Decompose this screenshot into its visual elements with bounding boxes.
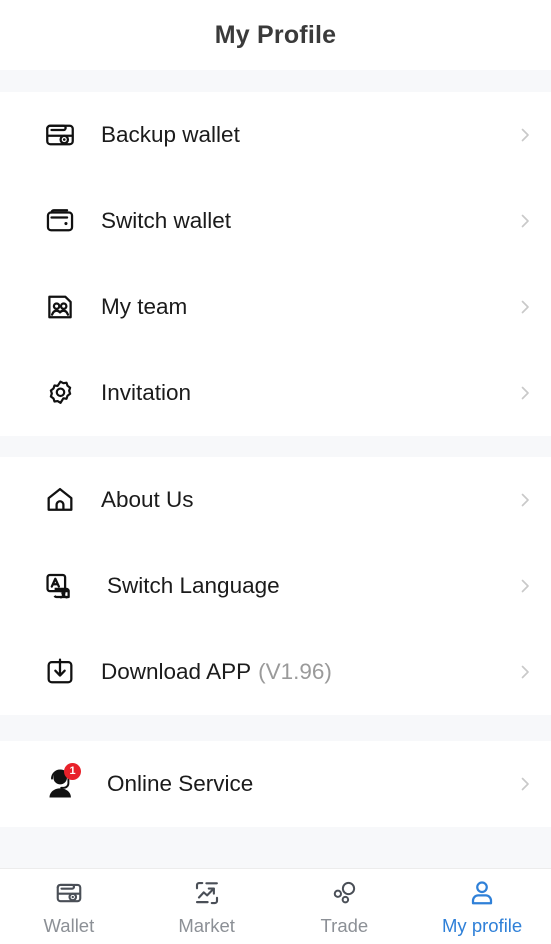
- tab-label: Trade: [320, 915, 369, 936]
- wallet-group: Backup wallet Switch wallet My team Invi…: [0, 92, 551, 436]
- menu-item-label: Backup wallet: [101, 122, 240, 147]
- page-header: My Profile: [0, 0, 551, 70]
- menu-item-my-team[interactable]: My team: [0, 264, 551, 350]
- tab-label: My profile: [442, 915, 523, 936]
- chevron-right-icon: [517, 776, 533, 792]
- menu-item-label: Online Service: [107, 771, 254, 796]
- notification-badge: 1: [64, 763, 81, 780]
- menu-item-label: Download APP: [101, 659, 252, 684]
- chevron-right-icon: [517, 492, 533, 508]
- tab-label: Market: [178, 915, 235, 936]
- menu-item-label: Invitation: [101, 380, 192, 405]
- info-group: About Us Switch Language Download APP (V…: [0, 457, 551, 715]
- chevron-right-icon: [517, 127, 533, 143]
- group-separator-band-2: [0, 715, 551, 741]
- menu-item-switch-wallet[interactable]: Switch wallet: [0, 178, 551, 264]
- download-icon: [40, 652, 80, 692]
- menu-item-label: My team: [101, 294, 188, 319]
- app-version-text: (V1.96): [258, 659, 332, 684]
- translate-icon: [40, 566, 80, 606]
- menu-item-online-service[interactable]: 1 Online Service: [0, 741, 551, 827]
- page-title: My Profile: [214, 20, 337, 49]
- chevron-right-icon: [517, 299, 533, 315]
- trade-icon: [329, 878, 359, 908]
- backup-wallet-icon: [40, 115, 80, 155]
- menu-item-backup-wallet[interactable]: Backup wallet: [0, 92, 551, 178]
- menu-item-label: Switch Language: [107, 573, 280, 598]
- my-team-icon: [40, 287, 80, 327]
- chevron-right-icon: [517, 213, 533, 229]
- bottom-separator-band: [0, 827, 551, 869]
- bottom-tab-bar: Wallet Market Trade My profile: [0, 868, 551, 944]
- menu-item-switch-language[interactable]: Switch Language: [0, 543, 551, 629]
- tab-my-profile[interactable]: My profile: [413, 869, 551, 944]
- support-agent-icon: 1: [40, 763, 81, 804]
- wallet-icon: [54, 878, 84, 908]
- menu-item-label: Switch wallet: [101, 208, 232, 233]
- menu-item-download-app[interactable]: Download APP (V1.96): [0, 629, 551, 715]
- market-icon: [192, 878, 222, 908]
- chevron-right-icon: [517, 385, 533, 401]
- profile-icon: [467, 878, 497, 908]
- menu-item-about-us[interactable]: About Us: [0, 457, 551, 543]
- header-separator-band: [0, 70, 551, 92]
- menu-item-invitation[interactable]: Invitation: [0, 350, 551, 436]
- service-group: 1 Online Service: [0, 741, 551, 827]
- tab-market[interactable]: Market: [138, 869, 276, 944]
- invitation-gear-icon: [40, 373, 80, 413]
- chevron-right-icon: [517, 664, 533, 680]
- chevron-right-icon: [517, 578, 533, 594]
- support-agent-badge-wrap: 1: [40, 763, 81, 804]
- home-icon: [40, 480, 80, 520]
- tab-wallet[interactable]: Wallet: [0, 869, 138, 944]
- group-separator-band-1: [0, 436, 551, 457]
- switch-wallet-icon: [40, 201, 80, 241]
- menu-item-label: About Us: [101, 487, 194, 512]
- tab-label: Wallet: [43, 915, 95, 936]
- tab-trade[interactable]: Trade: [276, 869, 414, 944]
